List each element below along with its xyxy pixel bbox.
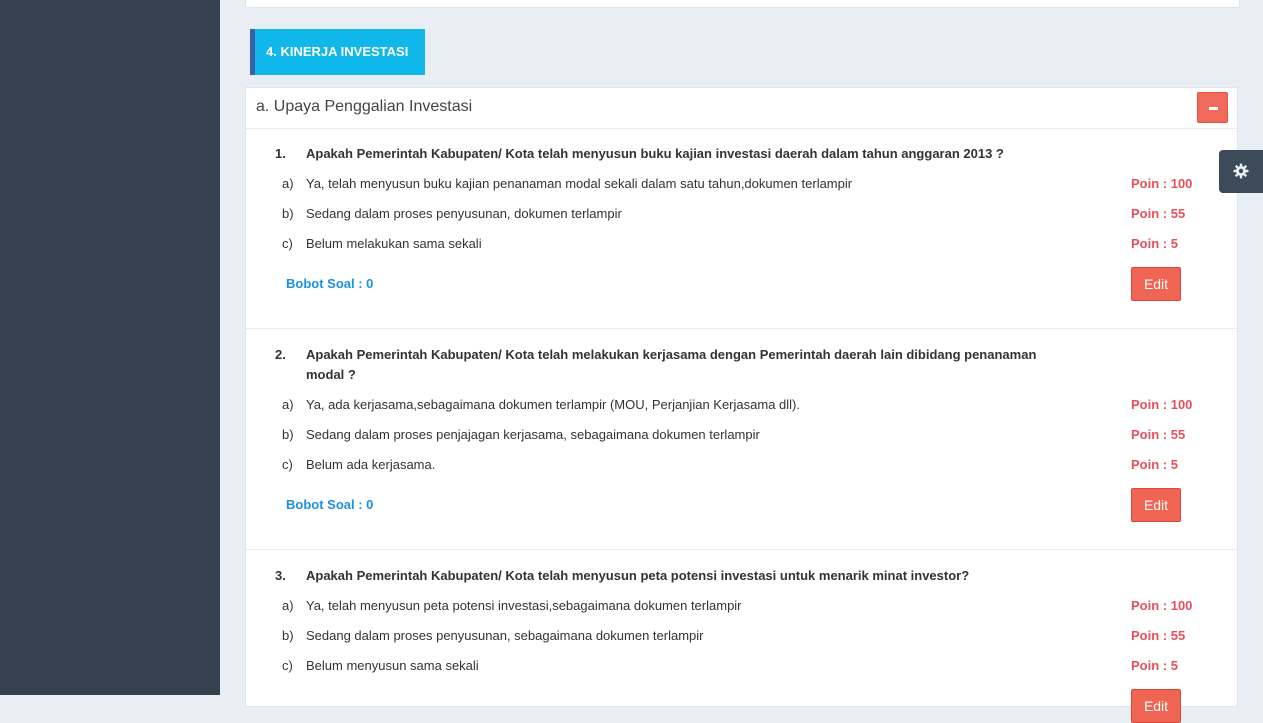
option-letter: a) (282, 397, 294, 412)
option-row: c) Belum menyusun sama sekali Poin : 5 (246, 658, 1237, 678)
option-letter: c) (282, 457, 293, 472)
edit-button[interactable]: Edit (1131, 267, 1181, 301)
option-text: Ya, telah menyusun buku kajian penanaman… (306, 176, 853, 191)
bobot-soal: Bobot Soal : 0 (286, 276, 374, 291)
option-row: a) Ya, ada kerjasama,sebagaimana dokumen… (246, 397, 1237, 417)
option-row: a) Ya, telah menyusun peta potensi inves… (246, 598, 1237, 618)
collapse-button[interactable] (1197, 92, 1228, 123)
option-text: Belum ada kerjasama. (306, 457, 436, 472)
option-row: b) Sedang dalam proses penyusunan, dokum… (246, 206, 1237, 226)
option-letter: b) (282, 628, 294, 643)
question-number: 3. (275, 568, 286, 583)
option-text: Ya, telah menyusun peta potensi investas… (306, 598, 742, 613)
question-number: 2. (275, 347, 286, 362)
option-poin: Poin : 5 (1131, 658, 1178, 673)
divider (246, 549, 1237, 550)
option-row: b) Sedang dalam proses penjajagan kerjas… (246, 427, 1237, 447)
option-text: Sedang dalam proses penjajagan kerjasama… (306, 427, 760, 442)
option-letter: a) (282, 176, 294, 191)
gear-icon (1233, 163, 1249, 179)
previous-panel (245, 0, 1240, 8)
option-poin: Poin : 100 (1131, 598, 1193, 613)
option-letter: b) (282, 427, 294, 442)
option-poin: Poin : 55 (1131, 427, 1186, 442)
question-number: 1. (275, 146, 286, 161)
option-poin: Poin : 100 (1131, 397, 1193, 412)
question-panel: a. Upaya Penggalian Investasi 1. Apakah … (245, 87, 1238, 723)
option-text: Belum melakukan sama sekali (306, 236, 482, 251)
settings-toggle[interactable] (1219, 150, 1263, 193)
option-row: c) Belum melakukan sama sekali Poin : 5 (246, 236, 1237, 256)
option-text: Sedang dalam proses penyusunan, sebagaim… (306, 628, 704, 643)
edit-button[interactable]: Edit (1131, 488, 1181, 522)
question-text: Apakah Pemerintah Kabupaten/ Kota telah … (306, 146, 1004, 161)
option-row: b) Sedang dalam proses penyusunan, sebag… (246, 628, 1237, 648)
minus-icon (1209, 107, 1218, 110)
option-text: Ya, ada kerjasama,sebagaimana dokumen te… (306, 397, 800, 412)
option-letter: a) (282, 598, 294, 613)
option-row: c) Belum ada kerjasama. Poin : 5 (246, 457, 1237, 477)
option-poin: Poin : 100 (1131, 176, 1193, 191)
option-letter: c) (282, 236, 293, 251)
section-title: 4. KINERJA INVESTASI (250, 29, 425, 75)
option-letter: c) (282, 658, 293, 673)
option-poin: Poin : 5 (1131, 236, 1178, 251)
option-text: Sedang dalam proses penyusunan, dokumen … (306, 206, 622, 221)
panel-header: a. Upaya Penggalian Investasi (246, 88, 1237, 129)
question-text: Apakah Pemerintah Kabupaten/ Kota telah … (306, 347, 1037, 382)
edit-button[interactable]: Edit (1131, 689, 1181, 723)
sidebar (0, 0, 220, 695)
option-letter: b) (282, 206, 294, 221)
option-row: a) Ya, telah menyusun buku kajian penana… (246, 176, 1237, 196)
option-text: Belum menyusun sama sekali (306, 658, 479, 673)
panel-title: a. Upaya Penggalian Investasi (256, 98, 473, 115)
option-poin: Poin : 55 (1131, 206, 1186, 221)
option-poin: Poin : 55 (1131, 628, 1186, 643)
question-text: Apakah Pemerintah Kabupaten/ Kota telah … (306, 568, 970, 583)
divider (246, 328, 1237, 329)
bobot-soal: Bobot Soal : 0 (286, 497, 374, 512)
option-poin: Poin : 5 (1131, 457, 1178, 472)
